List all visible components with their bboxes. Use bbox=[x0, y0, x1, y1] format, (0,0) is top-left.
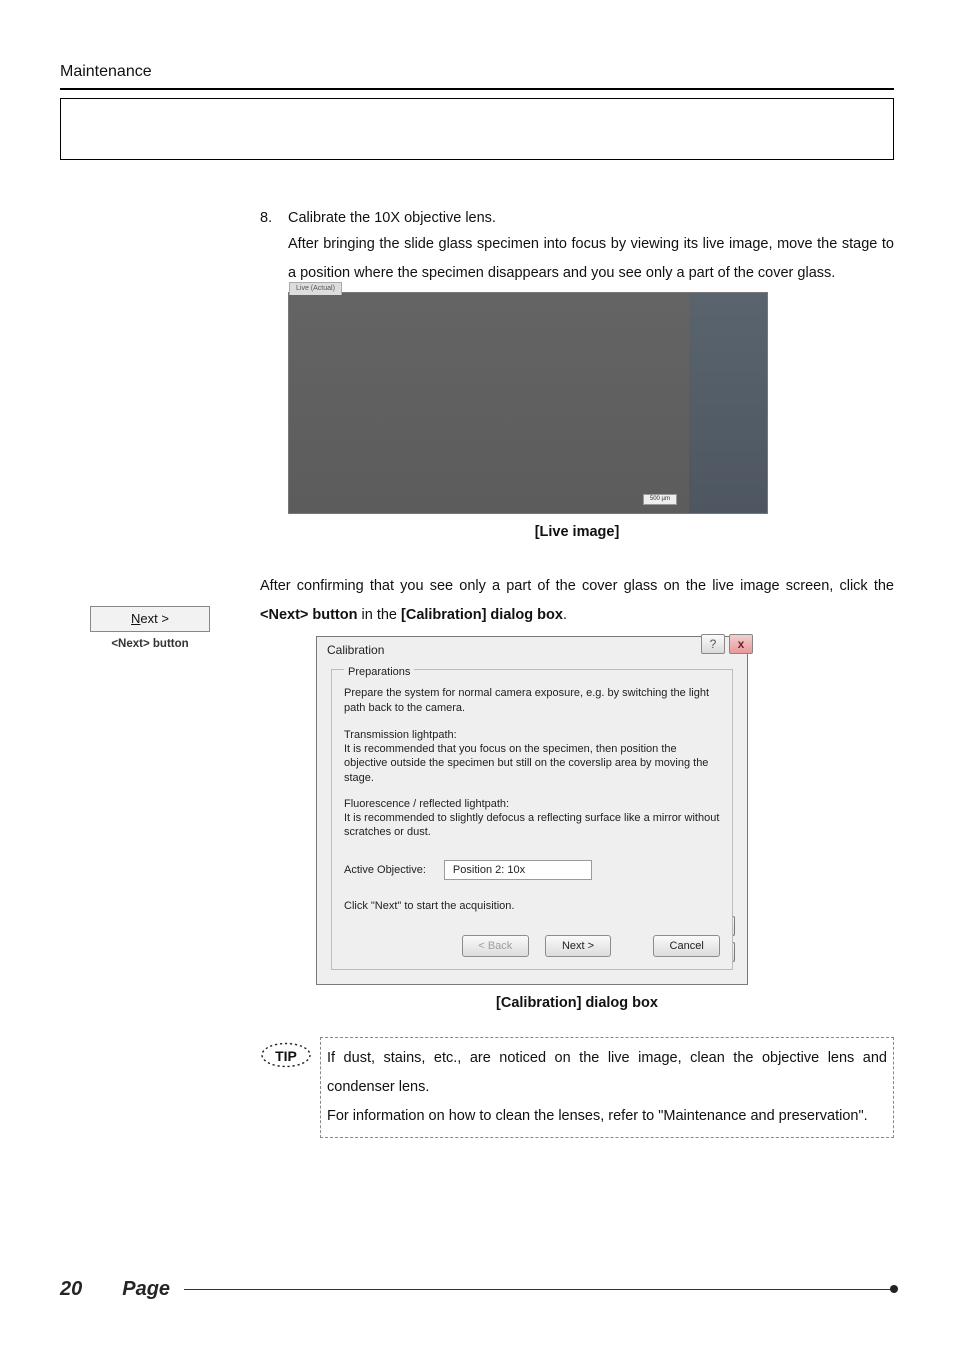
next-button-illustration: Next > bbox=[90, 606, 210, 632]
preparations-legend: Preparations bbox=[344, 666, 414, 678]
page-footer: 20 Page bbox=[60, 1274, 894, 1304]
live-image-caption: [Live image] bbox=[260, 522, 894, 544]
margin-note: Next > <Next> button bbox=[90, 606, 210, 653]
prep-text: Prepare the system for normal camera exp… bbox=[344, 686, 720, 716]
preparations-group: Preparations Prepare the system for norm… bbox=[331, 669, 733, 971]
step-title: Calibrate the 10X objective lens. bbox=[288, 208, 496, 230]
fluorescence-head: Fluorescence / reflected lightpath: bbox=[344, 797, 720, 811]
active-objective-label: Active Objective: bbox=[344, 862, 426, 879]
next-button[interactable]: Next > bbox=[545, 935, 612, 958]
live-image-scale: 500 µm bbox=[643, 494, 677, 505]
start-hint: Click "Next" to start the acquisition. bbox=[344, 898, 720, 915]
live-image-side-panel bbox=[689, 293, 767, 513]
section-title: Maintenance bbox=[60, 60, 894, 90]
next-button-label: <Next> button bbox=[90, 636, 210, 653]
live-image-screenshot: Live (Actual) ▫ ▫ ▫ 500 µm bbox=[288, 292, 768, 514]
step-number: 8. bbox=[260, 208, 288, 230]
calibration-dialog: ? x Calibration bbox=[316, 636, 748, 986]
close-button[interactable]: x bbox=[729, 634, 753, 654]
live-image-tab: Live (Actual) bbox=[289, 282, 342, 296]
page-label: Page bbox=[122, 1274, 170, 1304]
cancel-button[interactable]: Cancel bbox=[653, 935, 720, 958]
transmission-head: Transmission lightpath: bbox=[344, 728, 720, 742]
step-paragraph: After bringing the slide glass specimen … bbox=[288, 230, 894, 288]
transmission-body: It is recommended that you focus on the … bbox=[344, 742, 720, 785]
back-button: < Back bbox=[462, 935, 529, 958]
header-empty-box bbox=[60, 98, 894, 160]
tip-box: If dust, stains, etc., are noticed on th… bbox=[320, 1037, 894, 1138]
active-objective-value[interactable]: Position 2: 10x bbox=[444, 860, 592, 881]
after-text: After confirming that you see only a par… bbox=[260, 572, 894, 630]
dialog-caption: [Calibration] dialog box bbox=[260, 993, 894, 1015]
fluorescence-body: It is recommended to slightly defocus a … bbox=[344, 811, 720, 840]
tip-badge: TIP bbox=[260, 1041, 312, 1069]
dialog-title: Calibration bbox=[317, 637, 747, 665]
help-button[interactable]: ? bbox=[701, 634, 725, 654]
page-number: 20 bbox=[60, 1274, 82, 1304]
